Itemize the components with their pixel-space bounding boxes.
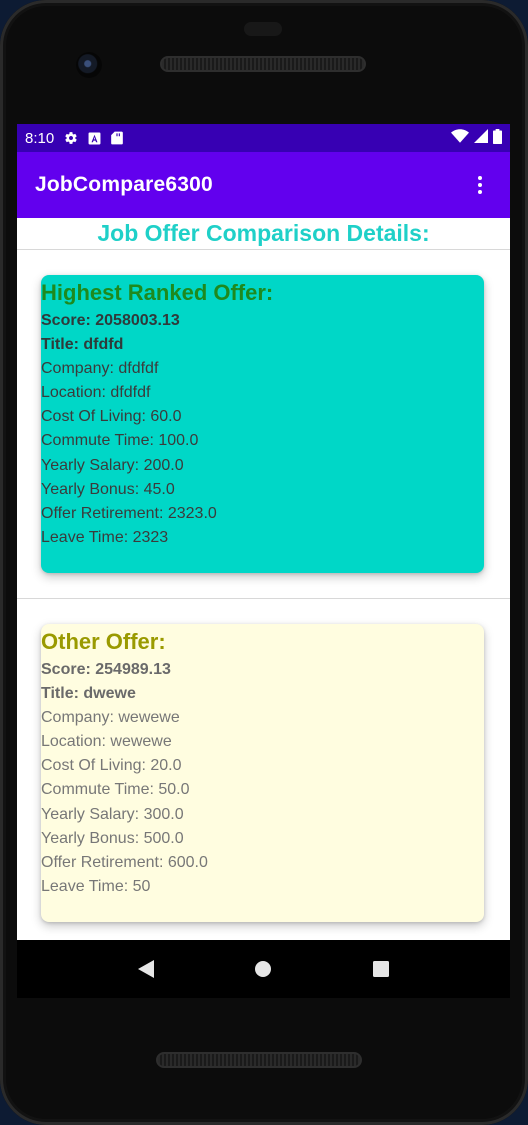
- top-sensor: [244, 22, 282, 36]
- other-offer-retirement: Offer Retirement: 600.0: [41, 853, 208, 871]
- status-bar: 8:10: [17, 124, 510, 152]
- other-offer-job-title: Title: dwewe: [41, 685, 136, 703]
- highest-offer-retirement: Offer Retirement: 2323.0: [41, 504, 217, 522]
- highest-offer-title: Highest Ranked Offer:: [41, 280, 274, 305]
- other-offer-commute-time: Commute Time: 50.0: [41, 781, 190, 799]
- highest-offer-yearly-salary: Yearly Salary: 200.0: [41, 456, 184, 474]
- other-offer-cost-of-living: Cost Of Living: 20.0: [41, 757, 182, 775]
- highest-offer-commute-time: Commute Time: 100.0: [41, 432, 199, 450]
- other-offer-title: Other Offer:: [41, 629, 166, 654]
- back-icon[interactable]: [126, 949, 166, 989]
- front-camera: [76, 52, 102, 78]
- app-title: JobCompare6300: [35, 173, 213, 196]
- highest-offer-score: Score: 2058003.13: [41, 312, 180, 329]
- status-time: 8:10: [25, 129, 55, 147]
- gear-icon: [64, 131, 78, 145]
- phone-frame: 8:10 JobCompare6300 Job Offer Comparison…: [0, 0, 528, 1125]
- other-offer-yearly-salary: Yearly Salary: 300.0: [41, 805, 184, 823]
- other-offer-yearly-bonus: Yearly Bonus: 500.0: [41, 829, 184, 847]
- highest-offer-yearly-bonus: Yearly Bonus: 45.0: [41, 480, 175, 498]
- signal-icon: [474, 129, 488, 147]
- highest-offer-leave-time: Leave Time: 2323: [41, 528, 169, 546]
- other-offer-card: Other Offer: Score: 254989.13 Title: dwe…: [41, 624, 484, 922]
- sd-card-icon: [111, 131, 124, 145]
- highest-offer-section: Highest Ranked Offer: Score: 2058003.13 …: [17, 250, 510, 599]
- highest-offer-location: Location: dfdfdf: [41, 384, 151, 402]
- other-offer-score: Score: 254989.13: [41, 661, 171, 678]
- app-bar: JobCompare6300: [17, 152, 510, 218]
- highest-offer-card: Highest Ranked Offer: Score: 2058003.13 …: [41, 275, 484, 573]
- recents-icon[interactable]: [361, 949, 401, 989]
- home-icon[interactable]: [243, 949, 283, 989]
- more-vert-icon[interactable]: [468, 171, 492, 199]
- highest-offer-cost-of-living: Cost Of Living: 60.0: [41, 408, 182, 426]
- page-title: Job Offer Comparison Details:: [17, 218, 510, 250]
- other-offer-location: Location: wewewe: [41, 733, 172, 751]
- top-speaker-grille: [160, 56, 366, 72]
- battery-icon: [493, 128, 502, 148]
- highest-offer-company: Company: dfdfdf: [41, 360, 159, 378]
- highest-offer-job-title: Title: dfdfd: [41, 336, 124, 354]
- wifi-icon: [451, 129, 469, 147]
- a-notification-icon: [88, 132, 101, 145]
- bottom-speaker-grille: [156, 1052, 362, 1068]
- status-right-icons: [451, 128, 502, 148]
- navigation-bar: [17, 940, 510, 998]
- other-offer-company: Company: wewewe: [41, 709, 180, 727]
- device-screen: 8:10 JobCompare6300 Job Offer Comparison…: [17, 124, 510, 940]
- other-offer-section: Other Offer: Score: 254989.13 Title: dwe…: [17, 599, 510, 940]
- other-offer-leave-time: Leave Time: 50: [41, 877, 151, 895]
